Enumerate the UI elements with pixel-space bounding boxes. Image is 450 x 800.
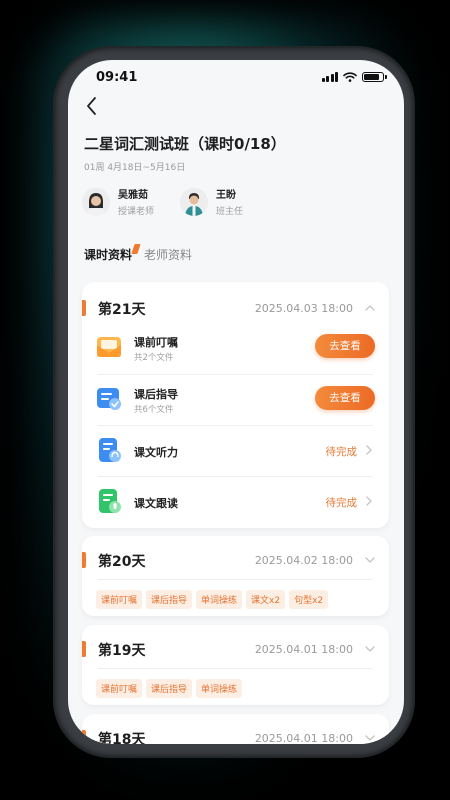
day-marker: [82, 730, 86, 744]
app-screen: 09:41 二星词汇测试班（课时0/18） 01周 4月18日~5月16日 吴雅…: [68, 60, 404, 744]
chevron-down-icon[interactable]: [365, 555, 375, 565]
day-card-19[interactable]: 第19天 2025.04.01 18:00 课前叮嘱 课后指导 单词操练: [82, 625, 389, 705]
item-title: 课文跟读: [134, 497, 178, 510]
lesson-item-pre-class[interactable]: 课前叮嘱 共2个文件 去查看: [96, 326, 375, 376]
tag: 单词操练: [196, 679, 243, 698]
divider: [98, 425, 373, 426]
chevron-down-icon[interactable]: [365, 733, 375, 743]
tag: 课文x2: [246, 590, 286, 609]
tag: 单词操练: [196, 590, 243, 609]
teacher-name: 吴雅茹: [118, 190, 148, 201]
tab-label: 老师资料: [144, 248, 193, 262]
day-card-21: 第21天 2025.04.03 18:00 课前叮嘱 共2个文件 去查看 课后指…: [82, 282, 389, 528]
course-title: 二星词汇测试班（课时0/18）: [84, 135, 286, 153]
chevron-up-icon[interactable]: [365, 303, 375, 313]
status-icons: [321, 72, 387, 82]
view-button[interactable]: 去查看: [315, 386, 375, 410]
tag: 课后指导: [146, 679, 193, 698]
class-manager-card[interactable]: 王盼 班主任: [180, 186, 243, 217]
manager-avatar-icon: [180, 187, 208, 216]
tag-list: 课前叮嘱 课后指导 单词操练 课文x2 句型x2: [96, 590, 329, 609]
day-title: 第20天: [98, 554, 146, 570]
wifi-icon: [343, 72, 357, 82]
item-file-count: 共2个文件: [134, 353, 174, 363]
avatar: [180, 187, 208, 216]
manager-role: 班主任: [216, 207, 244, 217]
divider: [98, 374, 373, 375]
divider: [98, 668, 373, 669]
read-aloud-icon: [99, 489, 121, 513]
day-marker: [82, 641, 86, 657]
manager-name: 王盼: [216, 190, 236, 201]
tag: 课前叮嘱: [96, 679, 143, 698]
day-date: 2025.04.03 18:00: [254, 302, 353, 315]
day-date: 2025.04.01 18:00: [254, 643, 353, 656]
day-card-20[interactable]: 第20天 2025.04.02 18:00 课前叮嘱 课后指导 单词操练 课文x…: [82, 536, 389, 616]
view-button[interactable]: 去查看: [315, 334, 375, 358]
day-date: 2025.04.01 18:00: [254, 732, 353, 744]
item-title: 课文听力: [134, 446, 178, 459]
tag: 句型x2: [289, 590, 329, 609]
headphone-doc-icon: [99, 438, 121, 462]
lesson-item-read-aloud[interactable]: 课文跟读 待完成: [96, 480, 375, 530]
tag: 课后指导: [146, 590, 193, 609]
document-check-icon: [97, 388, 121, 410]
status-time: 09:41: [96, 70, 138, 85]
day-date: 2025.04.02 18:00: [254, 554, 353, 567]
active-tab-indicator: [131, 244, 141, 254]
item-file-count: 共6个文件: [134, 405, 174, 415]
day-title: 第19天: [98, 643, 146, 659]
avatar: [82, 187, 110, 216]
teacher-avatar-icon: [82, 187, 110, 216]
course-meta: 01周 4月18日~5月16日: [84, 163, 186, 173]
divider: [98, 579, 373, 580]
tab-lesson-materials[interactable]: 课时资料: [84, 244, 141, 263]
tag: 课前叮嘱: [96, 590, 143, 609]
status-bar: 09:41: [68, 60, 404, 96]
tag-list: 课前叮嘱 课后指导 单词操练: [96, 679, 243, 698]
item-title: 课前叮嘱: [134, 336, 178, 349]
lesson-item-after-class[interactable]: 课后指导 共6个文件 去查看: [96, 378, 375, 428]
divider: [98, 476, 373, 477]
day-title: 第18天: [98, 732, 146, 744]
tab-teacher-materials[interactable]: 老师资料: [144, 246, 192, 263]
status-pending[interactable]: 待完成: [326, 444, 358, 459]
status-pending[interactable]: 待完成: [326, 495, 358, 510]
day-card-18[interactable]: 第18天 2025.04.01 18:00: [82, 714, 389, 744]
teacher-card[interactable]: 吴雅茹 授课老师: [82, 186, 154, 217]
lesson-item-listening[interactable]: 课文听力 待完成: [96, 429, 375, 479]
day-marker: [82, 552, 86, 568]
chevron-right-icon: [366, 445, 372, 455]
day-title: 第21天: [98, 302, 146, 318]
item-title: 课后指导: [134, 388, 178, 401]
tab-bar: 课时资料 老师资料: [84, 244, 204, 263]
day-marker: [82, 300, 86, 316]
signal-icon: [321, 72, 338, 82]
battery-icon: [362, 72, 387, 82]
chevron-right-icon: [366, 496, 372, 506]
teacher-role: 授课老师: [118, 207, 155, 217]
chevron-left-icon: [87, 97, 96, 115]
tab-label: 课时资料: [84, 248, 133, 262]
envelope-icon: [97, 337, 121, 357]
back-button[interactable]: [82, 94, 102, 118]
chevron-down-icon[interactable]: [365, 644, 375, 654]
